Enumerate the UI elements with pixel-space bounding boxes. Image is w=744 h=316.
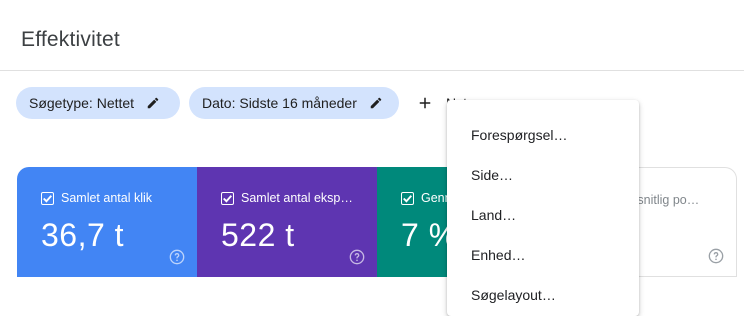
- help-icon[interactable]: [169, 249, 185, 265]
- page-title: Effektivitet: [21, 28, 120, 51]
- date-filter-chip[interactable]: Dato: Sidste 16 måneder: [189, 87, 399, 119]
- menu-item-country[interactable]: Land…: [447, 195, 639, 235]
- date-filter-label: Dato: Sidste 16 måneder: [202, 95, 357, 111]
- menu-item-device[interactable]: Enhed…: [447, 235, 639, 275]
- metric-card-impressions[interactable]: Samlet antal eksp… 522 t: [197, 167, 377, 277]
- plus-icon: [416, 94, 434, 112]
- menu-item-search-appearance[interactable]: Søgelayout…: [447, 275, 639, 315]
- checkbox-icon[interactable]: [221, 191, 234, 205]
- help-icon[interactable]: [708, 248, 724, 264]
- checkbox-icon[interactable]: [41, 191, 54, 205]
- menu-item-page[interactable]: Side…: [447, 155, 639, 195]
- header-divider: [0, 70, 744, 71]
- edit-icon[interactable]: [146, 96, 160, 110]
- edit-icon[interactable]: [369, 96, 383, 110]
- search-type-filter-label: Søgetype: Nettet: [29, 95, 135, 111]
- new-filter-menu: Forespørgsel… Side… Land… Enhed… Søgelay…: [447, 100, 639, 316]
- metric-label: Samlet antal eksp…: [241, 191, 353, 205]
- help-icon[interactable]: [349, 249, 365, 265]
- metric-card-clicks[interactable]: Samlet antal klik 36,7 t: [17, 167, 197, 277]
- checkbox-icon[interactable]: [401, 191, 414, 205]
- metric-label: Samlet antal klik: [61, 191, 153, 205]
- menu-item-query[interactable]: Forespørgsel…: [447, 115, 639, 155]
- search-type-filter-chip[interactable]: Søgetype: Nettet: [16, 87, 180, 119]
